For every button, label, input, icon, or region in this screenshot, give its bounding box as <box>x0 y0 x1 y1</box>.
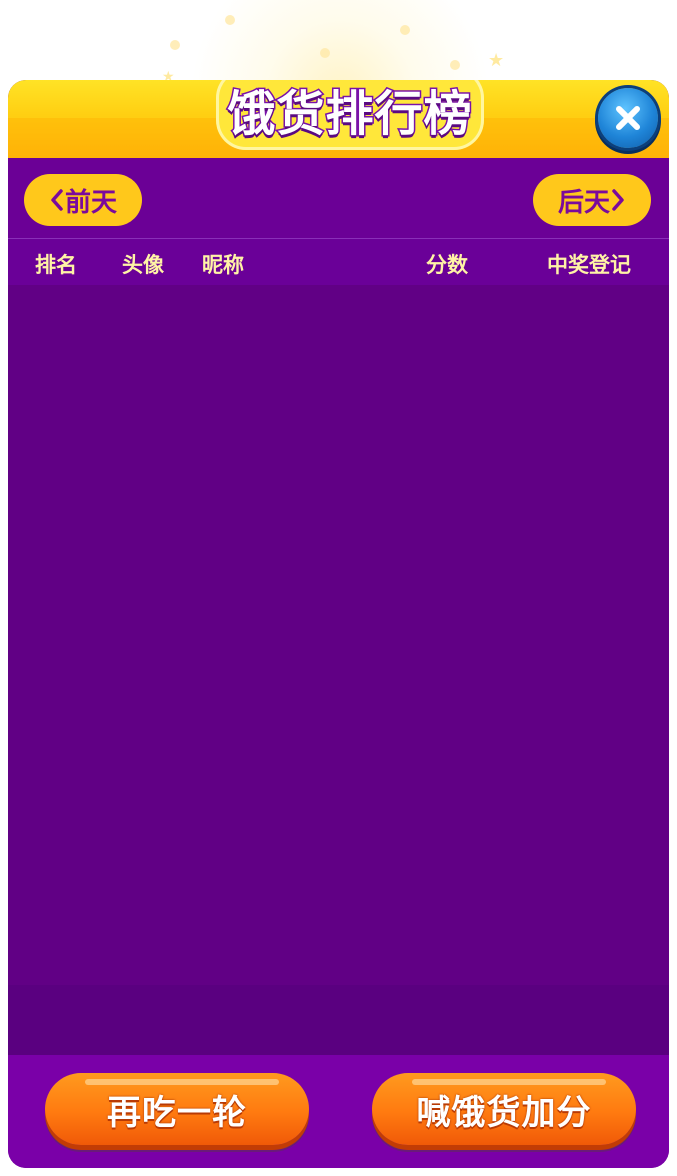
play-again-button[interactable]: 再吃一轮 <box>45 1073 309 1145</box>
star-icon: ★ <box>488 50 505 71</box>
play-again-label: 再吃一轮 <box>107 1092 247 1133</box>
close-icon <box>616 106 640 130</box>
sparkle-dot <box>400 25 410 35</box>
column-rank: 排名 <box>35 253 77 277</box>
next-day-label: 后天 <box>557 187 610 218</box>
ranking-list[interactable] <box>8 285 669 1055</box>
sparkle-dot <box>225 15 235 25</box>
leaderboard-screen: ★ ★ 前天 后天 排名 头像 昵称 分数 中奖登记 再吃一轮 喊饿货加分 饿货… <box>0 0 677 1176</box>
ranking-list-footer-shade <box>8 985 669 1055</box>
chevron-left-icon <box>51 189 63 211</box>
sparkle-dot <box>320 48 330 58</box>
close-button[interactable] <box>598 88 658 148</box>
column-score: 分数 <box>426 253 468 277</box>
table-header: 排名 头像 昵称 分数 中奖登记 <box>8 238 669 286</box>
prev-day-label: 前天 <box>64 187 117 218</box>
column-avatar: 头像 <box>122 253 164 277</box>
leaderboard-panel: 前天 后天 排名 头像 昵称 分数 中奖登记 再吃一轮 喊饿货加分 饿货排行榜 <box>8 80 669 1168</box>
boost-score-button[interactable]: 喊饿货加分 <box>372 1073 636 1145</box>
next-day-button[interactable]: 后天 <box>533 174 651 226</box>
prev-day-button[interactable]: 前天 <box>24 174 142 226</box>
boost-score-label: 喊饿货加分 <box>416 1092 592 1133</box>
action-bar: 再吃一轮 喊饿货加分 <box>8 1055 669 1168</box>
sparkle-dot <box>170 40 180 50</box>
sparkle-dot <box>450 60 460 70</box>
page-title: 饿货排行榜 <box>226 85 473 144</box>
title-banner: 饿货排行榜 <box>216 80 484 150</box>
column-prize-registration: 中奖登记 <box>547 253 631 277</box>
column-nickname: 昵称 <box>202 253 244 277</box>
date-nav-row: 前天 后天 <box>8 158 669 238</box>
chevron-right-icon <box>612 189 624 211</box>
